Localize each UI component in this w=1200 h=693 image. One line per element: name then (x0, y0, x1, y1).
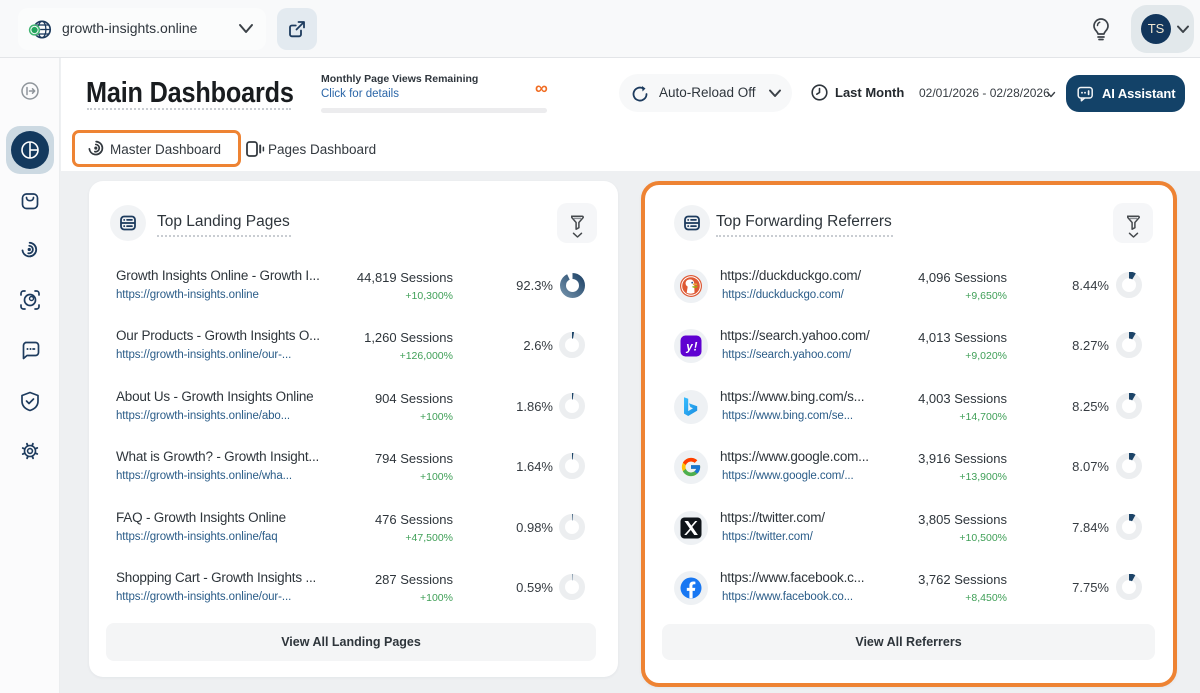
svg-text:!: ! (694, 342, 698, 354)
svg-text:y: y (685, 342, 693, 354)
